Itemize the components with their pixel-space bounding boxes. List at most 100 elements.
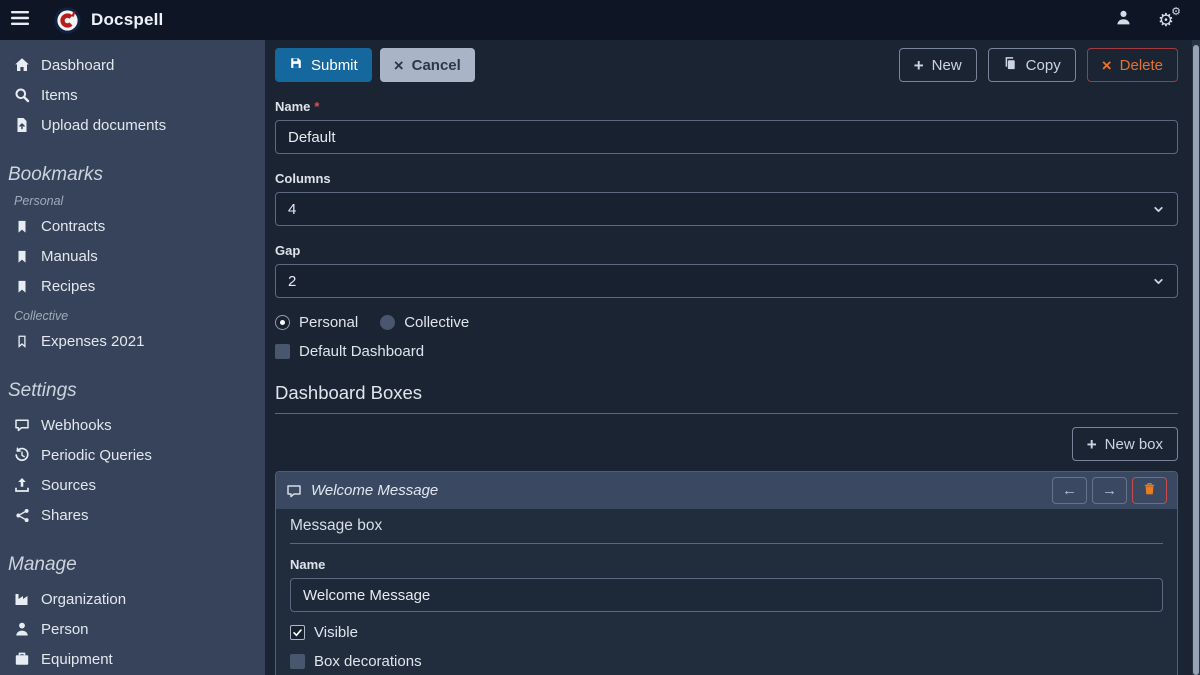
sidebar-item-label: Sources [41,477,96,494]
gap-value: 2 [288,273,296,290]
box-decorations-checkbox[interactable]: Box decorations [290,653,1163,670]
file-upload-icon [14,117,30,133]
copy-icon [1003,56,1018,75]
sidebar-item-person[interactable]: Person [0,614,265,644]
toolbar-right: + New Copy × Delete [899,48,1178,82]
radio-button [275,315,290,330]
bookmark-icon [14,218,30,234]
new-box-button[interactable]: + New box [1072,427,1178,461]
submit-button[interactable]: Submit [275,48,372,82]
bookmark-icon [14,248,30,264]
cancel-button[interactable]: × Cancel [380,48,475,82]
radio-collective[interactable]: Collective [380,314,469,331]
sidebar-item-label: Organization [41,591,126,608]
save-icon [289,56,303,74]
checkbox-label: Visible [314,624,358,641]
account-menu-button[interactable] [1115,9,1132,31]
sidebar-item-label: Shares [41,507,89,524]
search-icon [14,87,30,103]
submit-label: Submit [311,57,358,74]
app-body: Dasbhoard Items Upload documents Bookmar… [0,40,1200,675]
checkbox [290,654,305,669]
close-icon: × [394,57,404,74]
sidebar-item-dashboard[interactable]: Dasbhoard [0,50,265,80]
radio-label: Personal [299,314,358,331]
sidebar-item-manuals[interactable]: Manuals [0,241,265,271]
sidebar-item-label: Webhooks [41,417,112,434]
box-type-label: Message box [290,517,1163,544]
scope-radio-group: Personal Collective [275,314,1178,331]
cancel-label: Cancel [412,57,461,74]
sidebar-item-contracts[interactable]: Contracts [0,211,265,241]
person-icon [14,621,30,637]
sidebar-item-expenses-2021[interactable]: Expenses 2021 [0,326,265,356]
delete-box-button[interactable] [1132,477,1167,504]
sidebar-heading-settings: Settings [8,380,265,402]
dashboard-box-panel: Welcome Message ← → Message b [275,471,1178,675]
upload-icon [14,477,30,493]
menu-toggle-button[interactable] [0,11,40,30]
move-box-left-button[interactable]: ← [1052,477,1087,504]
sidebar-item-label: Expenses 2021 [41,333,144,350]
sidebar-heading-bookmarks: Bookmarks [8,164,265,186]
box-name-input[interactable] [290,578,1163,612]
sidebar-item-shares[interactable]: Shares [0,500,265,530]
columns-select[interactable]: 4 [275,192,1178,226]
delete-button[interactable]: × Delete [1087,48,1178,82]
chevron-down-icon [1152,275,1165,288]
scrollbar-thumb[interactable] [1193,45,1199,675]
box-header: Welcome Message ← → [276,472,1177,509]
sidebar-sublabel-personal: Personal [14,194,265,208]
required-asterisk: * [314,99,319,114]
sidebar-item-upload-documents[interactable]: Upload documents [0,110,265,140]
bookmark-outline-icon [14,333,30,349]
briefcase-icon [14,651,30,667]
radio-label: Collective [404,314,469,331]
label-text: Name [275,99,310,114]
new-box-row: + New box [275,427,1178,461]
copy-button[interactable]: Copy [988,48,1076,82]
scrollbar-track[interactable] [1192,40,1200,675]
hamburger-icon [11,11,29,30]
sidebar-item-webhooks[interactable]: Webhooks [0,410,265,440]
sidebar-item-periodic-queries[interactable]: Periodic Queries [0,440,265,470]
radio-personal[interactable]: Personal [275,314,358,331]
chevron-down-icon [1152,203,1165,216]
sidebar-item-equipment[interactable]: Equipment [0,644,265,674]
form-toolbar: Submit × Cancel + New Copy [275,48,1178,82]
settings-menu-button[interactable]: ⚙⚙ [1158,11,1174,29]
plus-icon: + [914,57,924,74]
sidebar-item-items[interactable]: Items [0,80,265,110]
comment-icon [14,417,30,433]
sidebar-heading-manage: Manage [8,554,265,576]
comment-icon [286,483,302,499]
move-box-right-button[interactable]: → [1092,477,1127,504]
box-header-actions: ← → [1052,477,1167,504]
sidebar-item-label: Upload documents [41,117,166,134]
sidebar-sublabel-collective: Collective [14,309,265,323]
dashboard-name-input[interactable] [275,120,1178,154]
columns-value: 4 [288,201,296,218]
close-icon: × [1102,57,1112,74]
home-icon [14,57,30,73]
box-name-field-label: Name [290,557,1163,572]
sidebar-item-recipes[interactable]: Recipes [0,271,265,301]
trash-icon [1143,482,1156,500]
sidebar-item-organization[interactable]: Organization [0,584,265,614]
checkbox-label: Box decorations [314,653,422,670]
default-dashboard-checkbox[interactable]: Default Dashboard [275,343,1178,360]
sidebar-item-sources[interactable]: Sources [0,470,265,500]
toolbar-left: Submit × Cancel [275,48,475,82]
checkbox [275,344,290,359]
user-icon [1115,9,1132,31]
gap-select[interactable]: 2 [275,264,1178,298]
new-label: New [932,57,962,74]
new-button[interactable]: + New [899,48,977,82]
app-title: Docspell [91,10,163,30]
plus-icon: + [1087,436,1097,453]
visible-checkbox[interactable]: Visible [290,624,1163,641]
sidebar-item-label: Dasbhoard [41,57,114,74]
sidebar-item-label: Equipment [41,651,113,668]
docspell-logo [54,7,81,34]
box-title: Welcome Message [311,482,438,499]
